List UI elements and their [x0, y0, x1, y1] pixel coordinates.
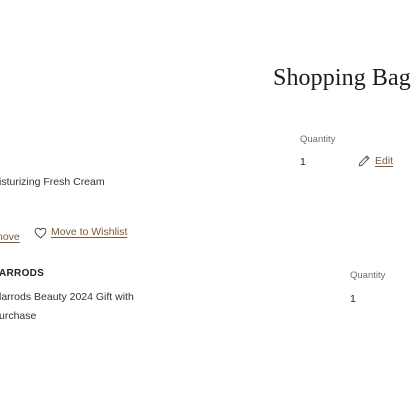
quantity-label: Quantity: [300, 134, 336, 145]
edit-label: Edit: [375, 154, 394, 167]
move-to-wishlist-button[interactable]: Move to Wishlist: [34, 226, 127, 239]
quantity-value: 1: [300, 156, 306, 168]
item-name-line2[interactable]: urchase: [0, 310, 36, 323]
remove-label: nove: [0, 231, 20, 243]
item-name-line1[interactable]: larrods Beauty 2024 Gift with: [0, 291, 134, 304]
remove-button[interactable]: nove: [0, 227, 20, 245]
item-name[interactable]: isturizing Fresh Cream: [0, 176, 105, 189]
item-brand: ARRODS: [0, 268, 45, 279]
edit-button[interactable]: Edit: [357, 154, 393, 168]
quantity-value: 1: [350, 293, 356, 305]
quantity-label: Quantity: [350, 270, 386, 281]
page-title: Shopping Bag: [273, 65, 411, 91]
heart-icon: [34, 227, 47, 239]
wishlist-label: Move to Wishlist: [51, 226, 128, 238]
pencil-icon: [357, 154, 371, 168]
